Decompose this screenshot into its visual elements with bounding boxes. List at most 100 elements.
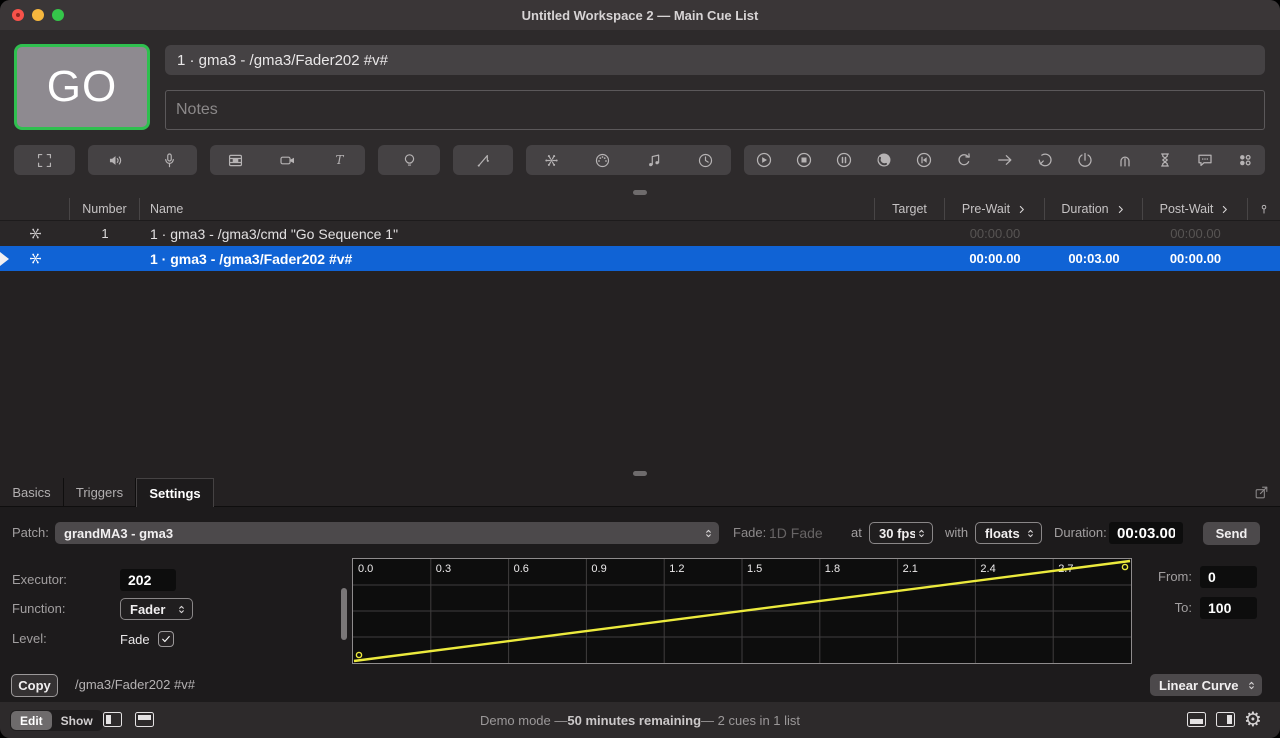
camera-cue-button[interactable] xyxy=(262,145,314,175)
video-cue-button[interactable] xyxy=(210,145,262,175)
cue-cell: 1 · gma3 - /gma3/Fader202 #v# xyxy=(140,246,875,271)
midi-cue-button[interactable] xyxy=(577,145,628,175)
network-cue-button[interactable] xyxy=(526,145,577,175)
show-mode-button[interactable]: Show xyxy=(52,711,102,730)
network-icon xyxy=(27,225,44,242)
audio-icon xyxy=(106,151,125,170)
arm-cue-button[interactable] xyxy=(1105,145,1145,175)
cue-row[interactable]: 11 · gma3 - /gma3/cmd "Go Sequence 1"00:… xyxy=(0,221,1280,246)
mic-cue-button[interactable] xyxy=(143,145,198,175)
minimize-button[interactable] xyxy=(32,9,44,21)
fade-type-value: 1D Fade xyxy=(769,522,823,544)
tab-settings[interactable]: Settings xyxy=(136,478,214,507)
column-header-duration[interactable]: Duration xyxy=(1045,198,1143,220)
column-header-number[interactable]: Number xyxy=(70,198,140,220)
send-button[interactable]: Send xyxy=(1203,522,1260,545)
patch-dropdown[interactable]: grandMA3 - gma3 xyxy=(55,522,719,544)
music-note-cue-button[interactable] xyxy=(629,145,680,175)
power-cue-button[interactable] xyxy=(1065,145,1105,175)
devamp-cue-button[interactable] xyxy=(1025,145,1065,175)
settings-gear-icon[interactable]: ⚙ xyxy=(1244,708,1262,732)
stepper-icon xyxy=(1024,526,1037,541)
check-icon xyxy=(160,633,172,645)
toolbar-group xyxy=(378,145,440,175)
close-button[interactable] xyxy=(12,9,24,21)
open-in-window-button[interactable] xyxy=(1253,484,1270,501)
toggle-top-panel-button[interactable] xyxy=(135,712,154,727)
cue-name-field[interactable] xyxy=(165,45,1265,75)
column-header-name[interactable]: Name xyxy=(140,198,875,220)
toggle-left-panel-button[interactable] xyxy=(103,712,122,727)
splitter-handle-top[interactable] xyxy=(633,190,647,195)
copy-button[interactable]: Copy xyxy=(11,674,58,697)
curve-dropdown[interactable]: Linear Curve xyxy=(1150,674,1262,696)
edit-mode-button[interactable]: Edit xyxy=(11,711,52,730)
stop-cue-button[interactable] xyxy=(784,145,824,175)
stepper-icon xyxy=(915,526,928,541)
fade-curve-editor[interactable]: 0.00.30.60.91.21.51.82.12.42.7 xyxy=(352,558,1132,664)
cue-list-empty-area[interactable] xyxy=(0,271,1280,478)
tab-triggers[interactable]: Triggers xyxy=(64,478,136,506)
notes-field[interactable] xyxy=(165,90,1265,130)
cue-row[interactable]: 1 · gma3 - /gma3/Fader202 #v#00:00.0000:… xyxy=(0,246,1280,271)
cue-list: NumberNameTargetPre-WaitDurationPost-Wai… xyxy=(0,198,1280,478)
right-panel-icon xyxy=(1227,715,1232,724)
edit-show-segmented-control: Edit Show xyxy=(10,710,103,731)
splitter-handle-bottom[interactable] xyxy=(633,471,647,476)
tab-basics[interactable]: Basics xyxy=(0,478,64,506)
column-header-status[interactable] xyxy=(0,198,70,220)
group-cue-button[interactable] xyxy=(14,145,75,175)
cart-icon xyxy=(1235,150,1255,170)
function-dropdown[interactable]: Fader xyxy=(120,598,193,620)
from-field[interactable] xyxy=(1200,566,1257,588)
svg-text:1.8: 1.8 xyxy=(825,563,840,575)
column-header-target[interactable]: Target xyxy=(875,198,945,220)
text-cue-button[interactable]: T xyxy=(313,145,365,175)
cue-cell: 00:00.00 xyxy=(1143,221,1248,246)
zoom-button[interactable] xyxy=(52,9,64,21)
svg-text:2.1: 2.1 xyxy=(903,563,918,575)
format-dropdown[interactable]: floats xyxy=(975,522,1042,544)
pause-cue-button[interactable] xyxy=(824,145,864,175)
wait-cue-button[interactable] xyxy=(1145,145,1185,175)
group-icon xyxy=(35,151,54,170)
fade-circle-cue-button[interactable] xyxy=(864,145,904,175)
audio-cue-button[interactable] xyxy=(88,145,143,175)
from-label: From: xyxy=(1148,566,1192,588)
pause-icon xyxy=(834,150,854,170)
column-header-pre-wait[interactable]: Pre-Wait xyxy=(945,198,1045,220)
duration-field[interactable] xyxy=(1109,522,1183,544)
cart-cue-button[interactable] xyxy=(1225,145,1265,175)
timecode-cue-button[interactable] xyxy=(680,145,731,175)
cue-cell: 00:00.00 xyxy=(945,246,1045,271)
light-cue-button[interactable] xyxy=(378,145,440,175)
toggle-right-panel-button[interactable] xyxy=(1216,712,1235,727)
stepper-icon xyxy=(1245,678,1258,693)
to-label: To: xyxy=(1148,597,1192,619)
executor-field[interactable] xyxy=(120,569,176,591)
svg-text:0.6: 0.6 xyxy=(514,563,529,575)
level-fade-checkbox[interactable] xyxy=(158,631,174,647)
to-field[interactable] xyxy=(1200,597,1257,619)
timecode-icon xyxy=(696,151,715,170)
reset-cue-button[interactable] xyxy=(904,145,944,175)
cue-cell: 1 xyxy=(70,221,140,246)
midi-icon xyxy=(593,151,612,170)
function-value: Fader xyxy=(130,602,175,617)
memo-cue-button[interactable] xyxy=(1185,145,1225,175)
qlab-window: Untitled Workspace 2 — Main Cue List GO … xyxy=(0,0,1280,738)
scrollbar-thumb[interactable] xyxy=(341,588,347,640)
network-icon xyxy=(542,151,561,170)
toggle-bottom-panel-button[interactable] xyxy=(1187,712,1206,727)
goto-cue-button[interactable] xyxy=(984,145,1024,175)
fps-dropdown[interactable]: 30 fps xyxy=(869,522,933,544)
fade-circle-icon xyxy=(874,150,894,170)
fade-cue-button[interactable] xyxy=(453,145,513,175)
mic-icon xyxy=(160,151,179,170)
column-header-post-wait[interactable]: Post-Wait xyxy=(1143,198,1248,220)
column-header-continue[interactable] xyxy=(1248,198,1280,220)
play-cue-button[interactable] xyxy=(744,145,784,175)
patch-label: Patch: xyxy=(12,522,49,544)
go-button[interactable]: GO xyxy=(14,44,150,130)
load-cue-button[interactable] xyxy=(944,145,984,175)
